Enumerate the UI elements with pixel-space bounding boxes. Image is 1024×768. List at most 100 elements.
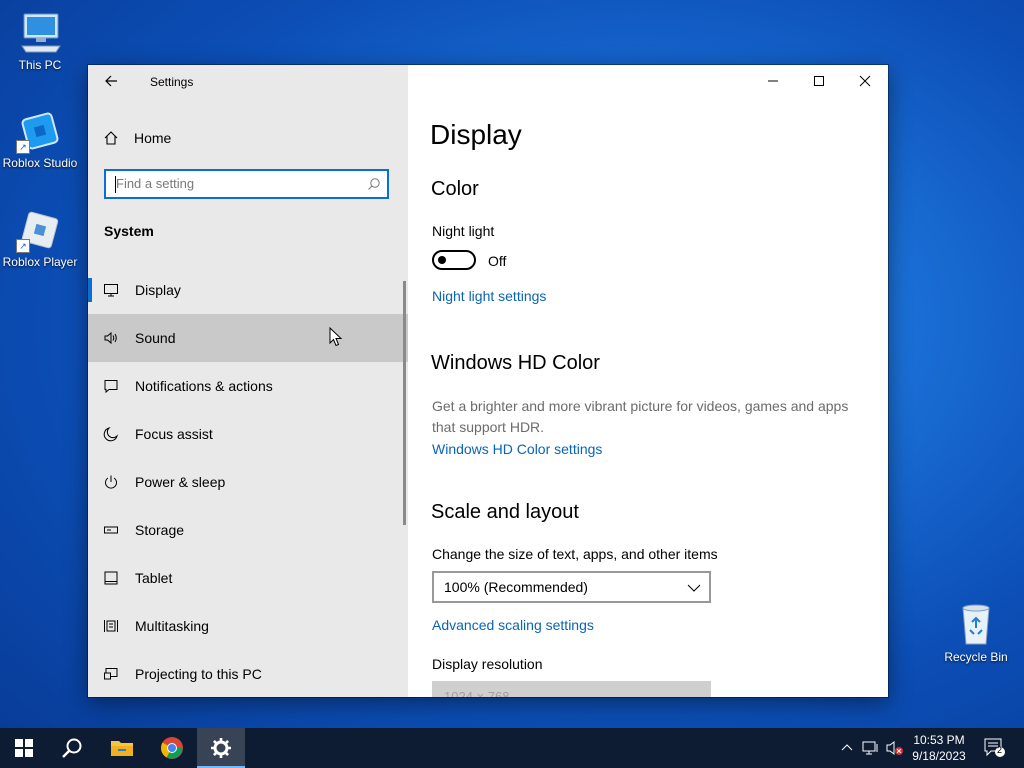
power-icon bbox=[88, 474, 134, 490]
desktop-icon-this-pc[interactable]: This PC bbox=[0, 10, 80, 72]
size-label: Change the size of text, apps, and other… bbox=[432, 546, 718, 562]
advanced-scaling-link[interactable]: Advanced scaling settings bbox=[432, 617, 594, 633]
close-icon bbox=[859, 75, 871, 87]
search-input[interactable]: Find a setting bbox=[104, 169, 389, 199]
file-explorer-button[interactable] bbox=[98, 728, 146, 768]
mouse-cursor-icon bbox=[329, 326, 343, 352]
content-pane: Display Color Night light Off Night ligh… bbox=[408, 65, 888, 697]
notifications-icon bbox=[984, 738, 1005, 757]
taskbar: 10:53 PM 9/18/2023 2 bbox=[0, 728, 1024, 768]
sidebar-item-storage[interactable]: Storage bbox=[88, 506, 408, 554]
section-title: System bbox=[104, 223, 154, 239]
hd-color-description: Get a brighter and more vibrant picture … bbox=[432, 398, 849, 435]
back-arrow-icon bbox=[105, 75, 117, 87]
sidebar-item-notifications[interactable]: Notifications & actions bbox=[88, 362, 408, 410]
sidebar-item-multitasking[interactable]: Multitasking bbox=[88, 602, 408, 650]
desktop-icon-label: Recycle Bin bbox=[944, 650, 1008, 664]
night-light-label: Night light bbox=[432, 223, 495, 239]
volume-muted-icon[interactable] bbox=[886, 740, 904, 761]
maximize-button[interactable] bbox=[796, 65, 842, 97]
scale-dropdown[interactable]: 100% (Recommended) bbox=[432, 571, 711, 603]
back-button[interactable] bbox=[98, 70, 126, 92]
search-placeholder: Find a setting bbox=[116, 176, 195, 191]
sidebar-item-label: Storage bbox=[135, 522, 185, 538]
night-light-settings-link[interactable]: Night light settings bbox=[432, 288, 546, 304]
toggle-knob bbox=[438, 256, 446, 264]
projecting-icon bbox=[88, 666, 134, 682]
file-explorer-icon bbox=[111, 741, 133, 756]
hd-color-heading: Windows HD Color bbox=[431, 352, 600, 374]
recycle-bin-icon bbox=[952, 600, 1000, 648]
sidebar-item-label: Power & sleep bbox=[135, 474, 226, 490]
chevron-down-icon bbox=[687, 581, 701, 599]
taskbar-search-button[interactable] bbox=[48, 728, 96, 768]
start-button[interactable] bbox=[0, 728, 48, 768]
home-nav-item[interactable]: Home bbox=[88, 121, 408, 155]
roblox-player-icon: ↗ bbox=[16, 207, 64, 253]
multitasking-icon bbox=[88, 618, 134, 634]
window-title: Settings bbox=[150, 75, 194, 89]
sidebar-scrollbar[interactable] bbox=[403, 281, 406, 525]
minimize-button[interactable] bbox=[750, 65, 796, 97]
settings-icon bbox=[211, 738, 231, 758]
clock-time: 10:53 PM bbox=[913, 733, 965, 747]
desktop-icon-label: Roblox Studio bbox=[2, 156, 78, 170]
sidebar-item-power-sleep[interactable]: Power & sleep bbox=[88, 458, 408, 506]
page-title: Display bbox=[430, 119, 522, 150]
roblox-studio-icon: ↗ bbox=[16, 108, 64, 154]
desktop-icon-roblox-studio[interactable]: ↗ Roblox Studio bbox=[0, 108, 80, 170]
sidebar-item-label: Focus assist bbox=[135, 426, 213, 442]
desktop-icon-roblox-player[interactable]: ↗ Roblox Player bbox=[0, 207, 80, 269]
search-icon bbox=[367, 177, 381, 196]
notification-center-button[interactable]: 2 bbox=[984, 738, 1006, 763]
sidebar-item-label: Sound bbox=[135, 330, 176, 346]
chrome-button[interactable] bbox=[148, 728, 196, 768]
resolution-dropdown[interactable]: 1024 × 768 bbox=[432, 681, 711, 697]
storage-icon bbox=[88, 522, 134, 538]
minimize-icon bbox=[768, 80, 778, 82]
desktop-icon-label: Roblox Player bbox=[2, 255, 78, 269]
notifications-icon bbox=[88, 378, 134, 394]
sidebar-item-projecting[interactable]: Projecting to this PC bbox=[88, 650, 408, 697]
search-icon bbox=[62, 738, 82, 758]
resolution-dropdown-value: 1024 × 768 bbox=[444, 689, 510, 697]
notification-count-badge: 2 bbox=[997, 745, 1003, 755]
desktop-icon-recycle-bin[interactable]: Recycle Bin bbox=[936, 600, 1016, 664]
chrome-icon bbox=[161, 737, 183, 759]
sidebar: Settings Home Find a setting System Disp… bbox=[88, 65, 408, 697]
shortcut-arrow-icon: ↗ bbox=[16, 140, 30, 154]
sidebar-item-display[interactable]: Display bbox=[88, 266, 408, 314]
close-button[interactable] bbox=[842, 65, 888, 97]
resolution-label: Display resolution bbox=[432, 656, 543, 672]
sidebar-item-label: Tablet bbox=[135, 570, 173, 586]
sidebar-item-focus-assist[interactable]: Focus assist bbox=[88, 410, 408, 458]
maximize-icon bbox=[814, 76, 824, 86]
sidebar-item-label: Projecting to this PC bbox=[135, 666, 262, 682]
hd-color-settings-link[interactable]: Windows HD Color settings bbox=[432, 441, 602, 457]
monitor-icon bbox=[88, 282, 134, 298]
start-icon bbox=[15, 739, 33, 757]
home-label: Home bbox=[134, 130, 172, 146]
color-heading: Color bbox=[431, 178, 479, 200]
sidebar-item-label: Notifications & actions bbox=[135, 378, 273, 394]
night-light-toggle[interactable] bbox=[432, 250, 476, 270]
settings-window: Settings Home Find a setting System Disp… bbox=[88, 65, 888, 697]
clock-date: 9/18/2023 bbox=[912, 749, 966, 763]
speaker-icon bbox=[88, 330, 134, 346]
tablet-icon bbox=[88, 570, 134, 586]
computer-icon bbox=[16, 10, 64, 56]
desktop-icon-label: This PC bbox=[18, 58, 62, 72]
sidebar-item-label: Multitasking bbox=[135, 618, 209, 634]
network-icon[interactable] bbox=[862, 740, 880, 761]
settings-taskbar-button[interactable] bbox=[197, 728, 245, 768]
moon-icon bbox=[88, 426, 134, 442]
taskbar-clock[interactable]: 10:53 PM 9/18/2023 bbox=[904, 732, 974, 764]
sidebar-item-label: Display bbox=[135, 282, 181, 298]
sidebar-item-tablet[interactable]: Tablet bbox=[88, 554, 408, 602]
chevron-up-icon[interactable] bbox=[840, 740, 854, 759]
scale-dropdown-value: 100% (Recommended) bbox=[444, 579, 588, 595]
night-light-state: Off bbox=[488, 253, 507, 269]
sidebar-item-sound[interactable]: Sound bbox=[88, 314, 408, 362]
home-icon bbox=[88, 130, 134, 146]
shortcut-arrow-icon: ↗ bbox=[16, 239, 30, 253]
